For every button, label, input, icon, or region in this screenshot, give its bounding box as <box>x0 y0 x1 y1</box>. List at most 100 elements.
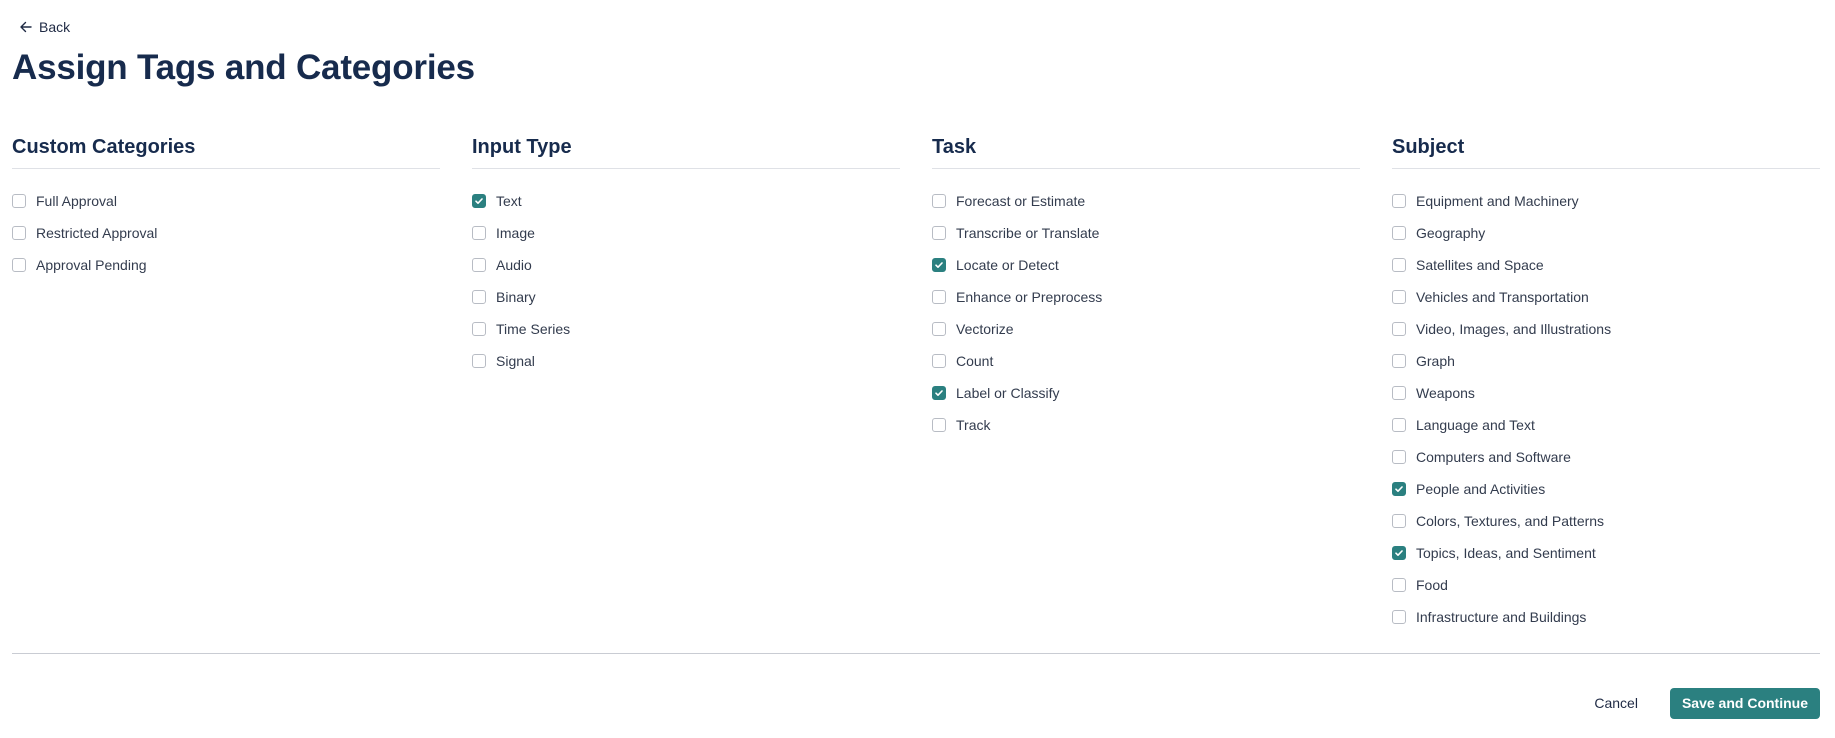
checkbox-option[interactable]: Vectorize <box>932 313 1360 345</box>
checkmark-icon <box>935 262 943 268</box>
option-label: Full Approval <box>36 193 117 209</box>
option-label: Approval Pending <box>36 257 147 273</box>
option-label: Topics, Ideas, and Sentiment <box>1416 545 1596 561</box>
column-task: Task Forecast or Estimate Transcribe or … <box>932 134 1360 633</box>
checkbox-option[interactable]: Label or Classify <box>932 377 1360 409</box>
checkmark-icon <box>935 390 943 396</box>
checkmark-icon <box>475 198 483 204</box>
checkbox[interactable] <box>1392 258 1406 272</box>
option-label: Restricted Approval <box>36 225 158 241</box>
option-label: Label or Classify <box>956 385 1060 401</box>
column-subject: Subject Equipment and Machinery Geograph… <box>1392 134 1820 633</box>
checkbox[interactable] <box>1392 546 1406 560</box>
checkbox-option[interactable]: Language and Text <box>1392 409 1820 441</box>
checkbox-option[interactable]: Topics, Ideas, and Sentiment <box>1392 537 1820 569</box>
checkbox[interactable] <box>1392 290 1406 304</box>
checkbox[interactable] <box>12 258 26 272</box>
checkbox-option[interactable]: Computers and Software <box>1392 441 1820 473</box>
checkbox[interactable] <box>12 226 26 240</box>
option-label: Food <box>1416 577 1448 593</box>
footer-divider <box>12 653 1820 654</box>
checkbox-option[interactable]: Weapons <box>1392 377 1820 409</box>
back-label: Back <box>39 19 71 35</box>
checkbox-option[interactable]: Full Approval <box>12 185 440 217</box>
option-label: Image <box>496 225 535 241</box>
checkbox-option[interactable]: Transcribe or Translate <box>932 217 1360 249</box>
checkbox-option[interactable]: Forecast or Estimate <box>932 185 1360 217</box>
option-label: Text <box>496 193 522 209</box>
option-label: Language and Text <box>1416 417 1535 433</box>
option-list: Full Approval Restricted Approval Approv… <box>12 185 440 281</box>
checkbox[interactable] <box>1392 322 1406 336</box>
checkbox-option[interactable]: Enhance or Preprocess <box>932 281 1360 313</box>
checkmark-icon <box>1395 550 1403 556</box>
checkbox-option[interactable]: Track <box>932 409 1360 441</box>
checkbox[interactable] <box>932 418 946 432</box>
checkbox[interactable] <box>932 354 946 368</box>
checkbox-option[interactable]: Locate or Detect <box>932 249 1360 281</box>
column-title: Custom Categories <box>12 134 440 169</box>
option-list: Equipment and Machinery Geography Satell… <box>1392 185 1820 633</box>
checkbox[interactable] <box>472 322 486 336</box>
checkbox[interactable] <box>472 194 486 208</box>
column-custom-categories: Custom Categories Full Approval Restrict… <box>12 134 440 633</box>
option-list: Forecast or Estimate Transcribe or Trans… <box>932 185 1360 441</box>
checkbox-option[interactable]: Video, Images, and Illustrations <box>1392 313 1820 345</box>
checkbox-option[interactable]: Binary <box>472 281 900 313</box>
checkbox-option[interactable]: People and Activities <box>1392 473 1820 505</box>
checkbox[interactable] <box>932 226 946 240</box>
option-label: Signal <box>496 353 535 369</box>
checkbox[interactable] <box>1392 514 1406 528</box>
checkbox-option[interactable]: Colors, Textures, and Patterns <box>1392 505 1820 537</box>
checkbox[interactable] <box>1392 386 1406 400</box>
checkbox[interactable] <box>472 258 486 272</box>
checkbox-option[interactable]: Approval Pending <box>12 249 440 281</box>
checkbox[interactable] <box>932 322 946 336</box>
checkbox-option[interactable]: Geography <box>1392 217 1820 249</box>
option-label: Transcribe or Translate <box>956 225 1100 241</box>
checkbox[interactable] <box>472 290 486 304</box>
option-label: Computers and Software <box>1416 449 1571 465</box>
column-input-type: Input Type Text Image Audio Binary Time … <box>472 134 900 633</box>
checkbox[interactable] <box>1392 450 1406 464</box>
checkbox-option[interactable]: Count <box>932 345 1360 377</box>
checkbox[interactable] <box>1392 354 1406 368</box>
checkbox-option[interactable]: Graph <box>1392 345 1820 377</box>
checkbox-option[interactable]: Time Series <box>472 313 900 345</box>
checkbox-option[interactable]: Equipment and Machinery <box>1392 185 1820 217</box>
checkbox[interactable] <box>1392 482 1406 496</box>
checkmark-icon <box>1395 486 1403 492</box>
checkbox-option[interactable]: Food <box>1392 569 1820 601</box>
option-label: Equipment and Machinery <box>1416 193 1579 209</box>
checkbox-option[interactable]: Text <box>472 185 900 217</box>
option-label: Enhance or Preprocess <box>956 289 1103 305</box>
checkbox[interactable] <box>932 258 946 272</box>
checkbox[interactable] <box>1392 226 1406 240</box>
checkbox-option[interactable]: Restricted Approval <box>12 217 440 249</box>
checkbox[interactable] <box>1392 418 1406 432</box>
cancel-button[interactable]: Cancel <box>1590 687 1642 719</box>
option-label: Infrastructure and Buildings <box>1416 609 1587 625</box>
footer-actions: Cancel Save and Continue <box>1590 687 1820 719</box>
checkbox-option[interactable]: Vehicles and Transportation <box>1392 281 1820 313</box>
checkbox[interactable] <box>1392 610 1406 624</box>
checkbox[interactable] <box>472 354 486 368</box>
checkbox[interactable] <box>932 194 946 208</box>
checkbox-option[interactable]: Infrastructure and Buildings <box>1392 601 1820 633</box>
checkbox[interactable] <box>932 290 946 304</box>
option-list: Text Image Audio Binary Time Series Sign… <box>472 185 900 377</box>
save-and-continue-button[interactable]: Save and Continue <box>1669 687 1820 719</box>
option-label: Graph <box>1416 353 1455 369</box>
checkbox[interactable] <box>12 194 26 208</box>
checkbox-option[interactable]: Signal <box>472 345 900 377</box>
checkbox[interactable] <box>1392 578 1406 592</box>
checkbox-option[interactable]: Image <box>472 217 900 249</box>
checkbox-option[interactable]: Satellites and Space <box>1392 249 1820 281</box>
checkbox[interactable] <box>1392 194 1406 208</box>
option-label: Satellites and Space <box>1416 257 1544 273</box>
back-link[interactable]: Back <box>19 19 70 35</box>
checkbox[interactable] <box>472 226 486 240</box>
checkbox[interactable] <box>932 386 946 400</box>
checkbox-option[interactable]: Audio <box>472 249 900 281</box>
column-title: Subject <box>1392 134 1820 169</box>
